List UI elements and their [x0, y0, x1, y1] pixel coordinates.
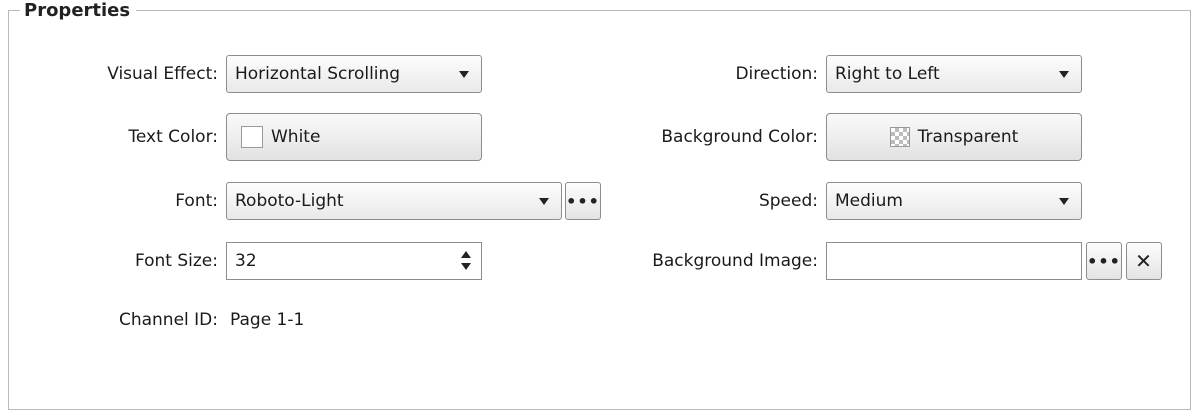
visual-effect-label: Visual Effect:	[107, 64, 218, 84]
font-browse-button[interactable]: •••	[565, 182, 601, 220]
color-swatch-icon	[241, 126, 263, 148]
chevron-down-icon	[459, 71, 469, 78]
background-color-value: Transparent	[917, 127, 1019, 147]
background-image-label: Background Image:	[652, 251, 818, 271]
font-dropdown[interactable]: Roboto-Light	[226, 182, 562, 220]
chevron-down-icon	[1059, 71, 1069, 78]
font-size-value: 32	[235, 251, 257, 271]
close-icon: ✕	[1135, 249, 1153, 273]
visual-effect-value: Horizontal Scrolling	[235, 64, 401, 84]
font-size-stepper[interactable]: 32	[226, 242, 482, 280]
background-color-label: Background Color:	[661, 127, 818, 147]
direction-value: Right to Left	[835, 64, 940, 84]
font-size-label: Font Size:	[134, 251, 218, 271]
speed-value: Medium	[835, 191, 903, 211]
text-color-value: White	[271, 127, 321, 147]
properties-title: Properties	[20, 0, 137, 22]
chevron-down-icon	[1059, 198, 1069, 205]
text-color-label: Text Color:	[128, 127, 218, 147]
font-value: Roboto-Light	[235, 191, 344, 211]
chevron-down-icon	[539, 198, 549, 205]
text-color-button[interactable]: White	[226, 113, 482, 161]
direction-dropdown[interactable]: Right to Left	[826, 55, 1082, 93]
background-image-browse-button[interactable]: •••	[1086, 242, 1122, 280]
speed-label: Speed:	[758, 191, 818, 211]
visual-effect-dropdown[interactable]: Horizontal Scrolling	[226, 55, 482, 93]
ellipsis-icon: •••	[1087, 251, 1121, 271]
direction-label: Direction:	[735, 64, 818, 84]
spin-up-icon[interactable]	[461, 251, 471, 258]
font-label: Font:	[175, 191, 218, 211]
background-image-input[interactable]	[826, 242, 1082, 280]
speed-dropdown[interactable]: Medium	[826, 182, 1082, 220]
transparent-swatch-icon	[889, 127, 910, 147]
ellipsis-icon: •••	[566, 191, 600, 211]
spin-down-icon[interactable]	[461, 263, 471, 270]
channel-id-label: Channel ID:	[118, 310, 218, 330]
channel-id-value: Page 1-1	[230, 310, 305, 330]
background-image-clear-button[interactable]: ✕	[1126, 242, 1162, 280]
background-color-button[interactable]: Transparent	[826, 113, 1082, 161]
